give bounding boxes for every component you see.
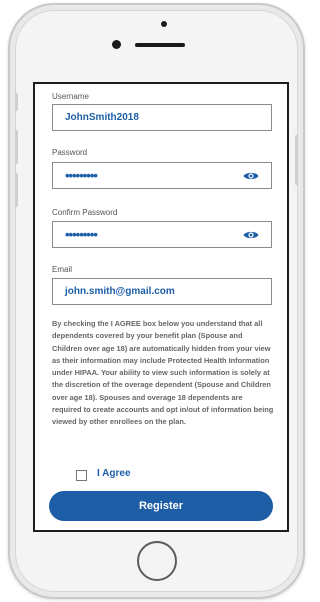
agree-label[interactable]: I Agree [97,468,131,479]
password-value: ••••••••• [65,168,98,183]
confirm-password-label: Confirm Password [52,208,118,217]
email-field[interactable]: john.smith@gmail.com [52,278,272,305]
disclaimer-text: By checking the I AGREE box below you un… [52,319,274,427]
confirm-password-value: ••••••••• [65,227,98,242]
eye-icon[interactable] [243,230,259,240]
mute-switch [15,93,18,111]
password-label: Password [52,148,88,157]
front-camera [112,40,121,49]
home-button [137,541,177,581]
password-field[interactable]: ••••••••• [52,162,272,189]
registration-screen: Username JohnSmith2018 Password ••••••••… [33,82,289,532]
power-button [295,135,298,185]
volume-up-button [15,130,18,164]
username-label: Username [52,92,89,101]
register-button[interactable]: Register [49,491,273,521]
earpiece-speaker [135,43,185,47]
email-label: Email [52,265,73,274]
email-value: john.smith@gmail.com [65,286,175,297]
proximity-sensor [161,21,167,27]
username-value: JohnSmith2018 [65,112,139,123]
agree-checkbox[interactable] [76,470,87,481]
eye-icon[interactable] [243,171,259,181]
confirm-password-field[interactable]: ••••••••• [52,221,272,248]
username-field[interactable]: JohnSmith2018 [52,104,272,131]
volume-down-button [15,173,18,207]
